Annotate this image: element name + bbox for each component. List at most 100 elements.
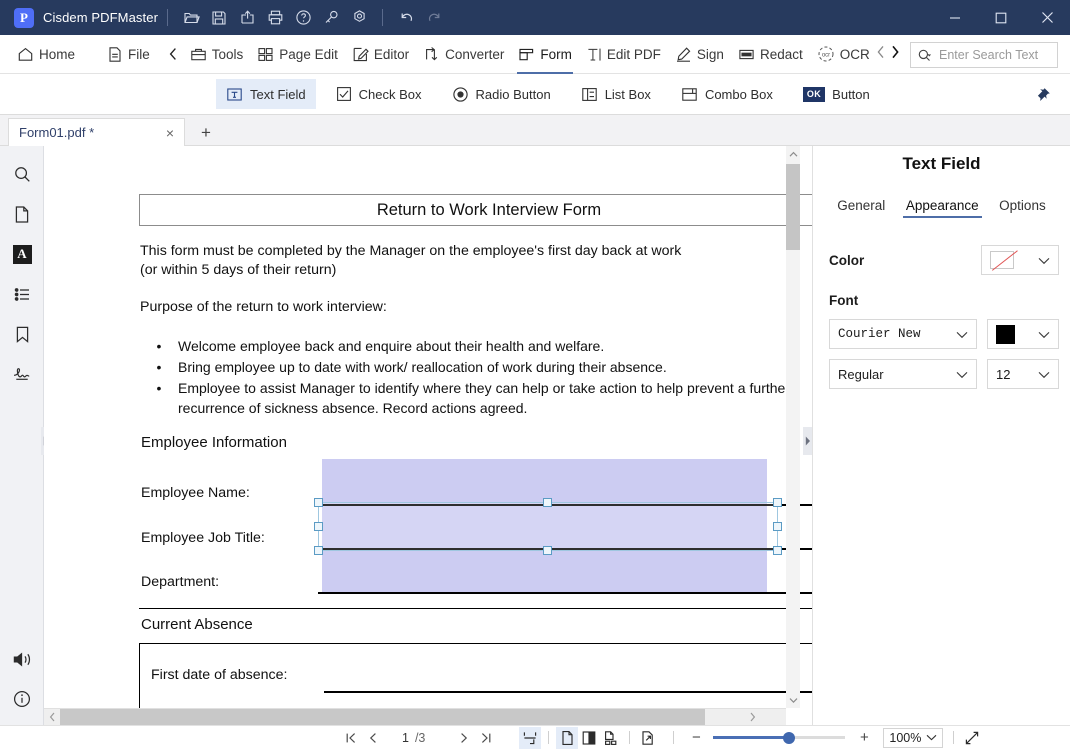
- fullscreen-button[interactable]: [961, 727, 983, 749]
- tool-ok-button[interactable]: OK Button: [793, 79, 880, 109]
- tab-general[interactable]: General: [837, 198, 885, 218]
- print-icon[interactable]: [261, 4, 289, 32]
- ribbon-item-tools[interactable]: Tools: [183, 35, 251, 74]
- help-icon[interactable]: [289, 4, 317, 32]
- viewer-vertical-scrollbar[interactable]: [786, 146, 800, 708]
- minimize-button[interactable]: [932, 0, 978, 35]
- two-page-button[interactable]: [578, 727, 600, 749]
- close-button[interactable]: [1024, 0, 1070, 35]
- open-folder-icon[interactable]: [177, 4, 205, 32]
- last-page-button[interactable]: [475, 727, 497, 749]
- tab-options[interactable]: Options: [999, 198, 1046, 218]
- search-input[interactable]: [937, 47, 1055, 63]
- ribbon-scroll-left-chevron[interactable]: [165, 47, 183, 61]
- properties-title: Text Field: [902, 154, 981, 173]
- selected-form-field[interactable]: [318, 502, 778, 551]
- first-page-button[interactable]: [340, 727, 362, 749]
- info-icon[interactable]: [0, 679, 44, 719]
- share-icon[interactable]: [233, 4, 261, 32]
- chevron-down-icon[interactable]: [956, 327, 968, 342]
- vertical-scroll-thumb[interactable]: [786, 164, 800, 250]
- viewer-horizontal-scrollbar[interactable]: [44, 708, 786, 725]
- tool-list-box[interactable]: List Box: [571, 79, 661, 109]
- prev-page-button[interactable]: [362, 727, 384, 749]
- sidebar-item-annotations[interactable]: A: [0, 234, 44, 274]
- tab-appearance[interactable]: Appearance: [902, 198, 982, 218]
- ribbon-item-ocr[interactable]: ocr OCR: [810, 35, 877, 74]
- crop-page-button[interactable]: [637, 727, 659, 749]
- font-family-select[interactable]: Courier New: [829, 319, 977, 349]
- sidebar-item-bookmarks[interactable]: [0, 314, 44, 354]
- font-size-select[interactable]: 12: [987, 359, 1059, 389]
- font-color-select[interactable]: [987, 319, 1059, 349]
- properties-collapse-handle[interactable]: [803, 427, 812, 455]
- tool-radio-button[interactable]: Radio Button: [442, 79, 561, 109]
- ribbon-item-page-edit[interactable]: Page Edit: [250, 35, 345, 74]
- zoom-level-select[interactable]: 100%: [883, 727, 944, 748]
- ribbon-item-sign[interactable]: Sign: [668, 35, 731, 74]
- document-viewer[interactable]: Return to Work Interview Form This form …: [44, 146, 812, 725]
- scroll-right-arrow[interactable]: [744, 709, 760, 725]
- form-field-highlight-department[interactable]: [322, 551, 767, 593]
- scroll-down-arrow[interactable]: [786, 692, 800, 708]
- settings-icon[interactable]: [345, 4, 373, 32]
- read-aloud-icon[interactable]: [0, 639, 44, 679]
- sidebar-item-thumbnails[interactable]: [0, 194, 44, 234]
- scroll-left-arrow[interactable]: [44, 709, 60, 725]
- chevron-down-icon[interactable]: [1038, 327, 1050, 342]
- search-dropdown-icon[interactable]: [917, 48, 932, 63]
- resize-handle-ne[interactable]: [773, 498, 782, 507]
- close-icon[interactable]: ×: [166, 125, 174, 141]
- chevron-down-icon[interactable]: [1038, 253, 1050, 268]
- ribbon-item-form[interactable]: Form: [511, 35, 579, 74]
- doc-bullet-item: • Bring employee up to date with work/ r…: [140, 357, 812, 377]
- ribbon-nav-next[interactable]: [888, 45, 902, 62]
- resize-handle-sw[interactable]: [314, 546, 323, 555]
- tool-check-box[interactable]: Check Box: [326, 79, 432, 109]
- key-icon[interactable]: [317, 4, 345, 32]
- sidebar-item-search[interactable]: [0, 154, 44, 194]
- current-page-number[interactable]: 1: [402, 731, 409, 745]
- resize-handle-nw[interactable]: [314, 498, 323, 507]
- new-tab-button[interactable]: +: [196, 122, 216, 142]
- ribbon-item-home[interactable]: Home: [10, 35, 82, 74]
- ribbon-item-redact[interactable]: Redact: [731, 35, 810, 74]
- chevron-down-icon[interactable]: [926, 734, 937, 741]
- resize-handle-w[interactable]: [314, 522, 323, 531]
- chevron-down-icon[interactable]: [956, 367, 968, 382]
- zoom-in-button[interactable]: +: [853, 727, 875, 749]
- color-picker[interactable]: [981, 245, 1059, 275]
- zoom-slider-knob[interactable]: [783, 731, 796, 744]
- document-tab[interactable]: Form01.pdf * ×: [8, 118, 185, 146]
- tool-combo-box[interactable]: Combo Box: [671, 79, 783, 109]
- tool-text-field[interactable]: Text Field: [216, 79, 316, 109]
- resize-handle-se[interactable]: [773, 546, 782, 555]
- chevron-down-icon[interactable]: [1038, 367, 1050, 382]
- maximize-button[interactable]: [978, 0, 1024, 35]
- ribbon-nav-prev[interactable]: [874, 45, 888, 62]
- resize-handle-e[interactable]: [773, 522, 782, 531]
- font-style-select[interactable]: Regular: [829, 359, 977, 389]
- fit-page-button[interactable]: [519, 726, 542, 749]
- ribbon-item-edit-pdf[interactable]: Edit PDF: [579, 35, 668, 74]
- redo-icon[interactable]: [420, 4, 448, 32]
- ribbon-item-file[interactable]: File: [100, 35, 157, 74]
- ribbon-item-editor[interactable]: Editor: [345, 35, 416, 74]
- zoom-slider[interactable]: [713, 730, 846, 746]
- continuous-page-button[interactable]: [600, 727, 622, 749]
- resize-handle-n[interactable]: [543, 498, 552, 507]
- resize-handle-s[interactable]: [543, 546, 552, 555]
- pin-icon[interactable]: [1033, 86, 1052, 108]
- save-icon[interactable]: [205, 4, 233, 32]
- search-box[interactable]: [910, 42, 1058, 68]
- horizontal-scroll-thumb[interactable]: [60, 709, 705, 725]
- next-page-button[interactable]: [453, 727, 475, 749]
- sidebar-item-outline[interactable]: [0, 274, 44, 314]
- zoom-out-button[interactable]: −: [685, 727, 707, 749]
- undo-icon[interactable]: [392, 4, 420, 32]
- sidebar-bottom-group: [0, 639, 44, 719]
- single-page-button[interactable]: [556, 726, 579, 749]
- ribbon-item-converter[interactable]: Converter: [416, 35, 511, 74]
- scroll-up-arrow[interactable]: [786, 146, 800, 162]
- sidebar-item-signatures[interactable]: [0, 354, 44, 394]
